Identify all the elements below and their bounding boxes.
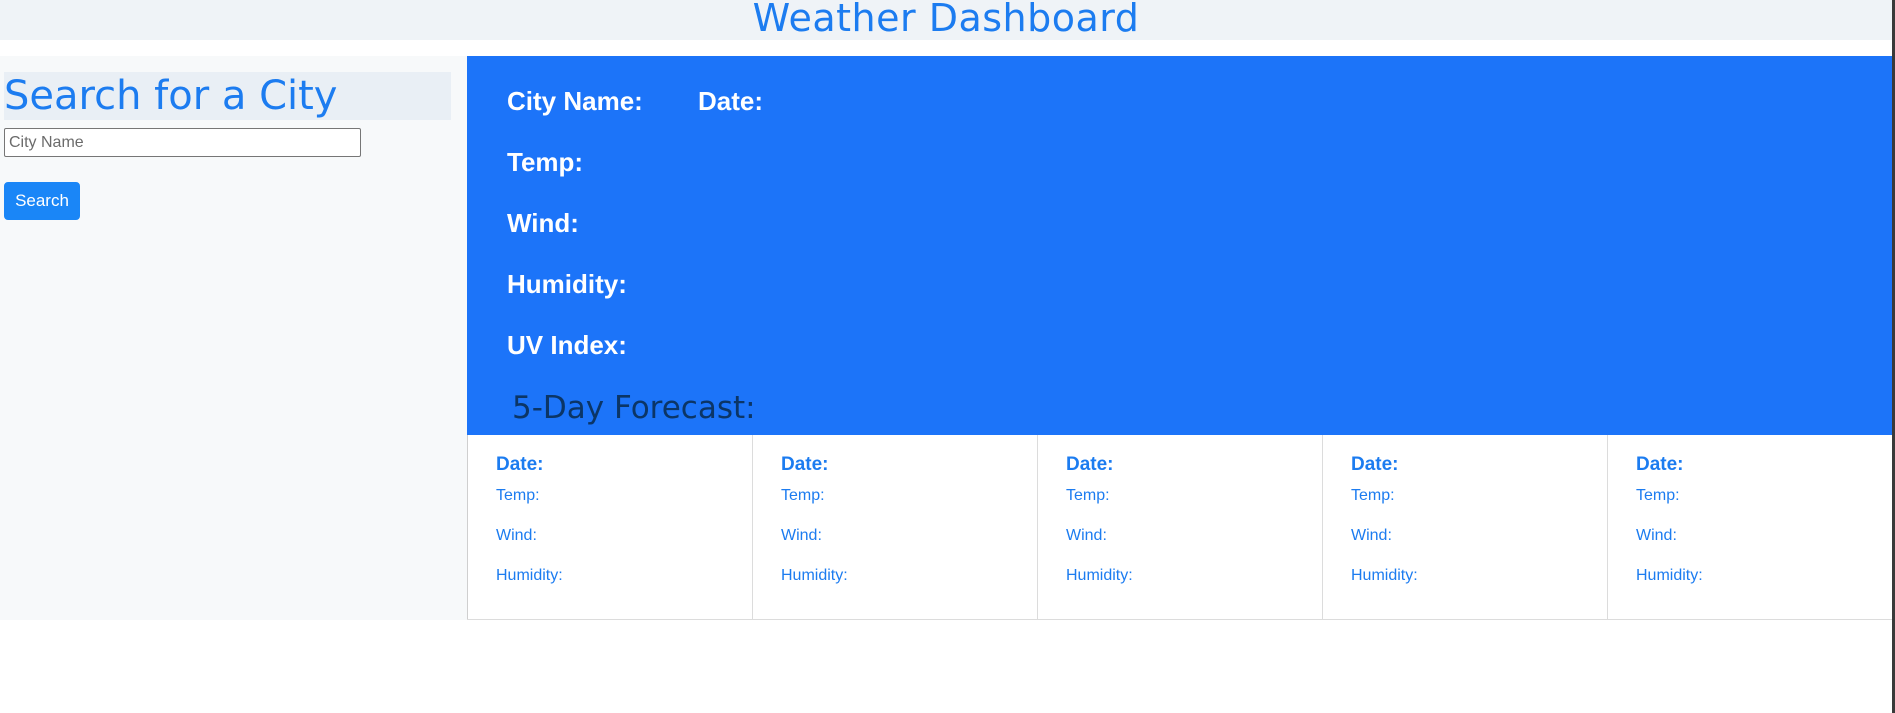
current-wind: Wind: [507, 208, 585, 239]
forecast-wind-label: Wind: [1066, 527, 1107, 544]
search-sidebar: Search for a City Search [0, 56, 467, 620]
forecast-card: Date: Temp: Wind: Humidity: [1322, 435, 1607, 619]
forecast-humidity: Humidity: [1066, 567, 1137, 585]
current-humidity: Humidity: [507, 269, 633, 300]
forecast-humidity: Humidity: [1636, 567, 1707, 585]
search-title-box: Search for a City [4, 72, 451, 120]
forecast-date-label: Date: [781, 454, 829, 475]
forecast-wind: Wind: [496, 527, 541, 545]
current-weather-panel: City Name: Date: Temp: Wind: Humidity: U… [467, 56, 1892, 435]
search-button[interactable]: Search [4, 182, 80, 220]
forecast-humidity-label: Humidity: [1066, 567, 1133, 584]
date-label: Date: [698, 86, 764, 116]
forecast-humidity-label: Humidity: [496, 567, 563, 584]
wind-label: Wind: [507, 208, 579, 238]
forecast-temp: Temp: [1066, 487, 1114, 505]
forecast-date: Date: [1066, 454, 1118, 476]
forecast-temp: Temp: [1636, 487, 1684, 505]
forecast-date: Date: [781, 454, 833, 476]
forecast-temp-label: Temp: [1636, 487, 1680, 504]
forecast-card: Date: Temp: Wind: Humidity: [752, 435, 1037, 619]
forecast-temp: Temp: [496, 487, 544, 505]
forecast-temp-label: Temp: [1066, 487, 1110, 504]
forecast-date-label: Date: [496, 454, 544, 475]
forecast-date: Date: [1636, 454, 1688, 476]
forecast-temp-label: Temp: [496, 487, 540, 504]
page-header: Weather Dashboard [0, 0, 1892, 40]
forecast-date-label: Date: [1636, 454, 1684, 475]
forecast-card: Date: Temp: Wind: Humidity: [1037, 435, 1322, 619]
forecast-card: Date: Temp: Wind: Humidity: [467, 435, 752, 619]
forecast-humidity: Humidity: [496, 567, 567, 585]
forecast-heading: 5-Day Forecast: [512, 390, 756, 426]
forecast-wind: Wind: [1351, 527, 1396, 545]
search-title: Search for a City [4, 73, 338, 119]
current-date: Date: [698, 86, 769, 117]
forecast-temp: Temp: [1351, 487, 1399, 505]
city-label: City Name: [507, 86, 643, 116]
forecast-temp-label: Temp: [1351, 487, 1395, 504]
current-temp: Temp: [507, 147, 589, 178]
forecast-humidity: Humidity: [781, 567, 852, 585]
forecast-date: Date: [1351, 454, 1403, 476]
forecast-temp-label: Temp: [781, 487, 825, 504]
forecast-temp: Temp: [781, 487, 829, 505]
forecast-card: Date: Temp: Wind: Humidity: [1607, 435, 1892, 619]
humidity-label: Humidity: [507, 269, 627, 299]
forecast-humidity: Humidity: [1351, 567, 1422, 585]
forecast-humidity-label: Humidity: [1351, 567, 1418, 584]
forecast-date: Date: [496, 454, 548, 476]
forecast-wind: Wind: [1636, 527, 1681, 545]
forecast-humidity-label: Humidity: [781, 567, 848, 584]
forecast-cards: Date: Temp: Wind: Humidity: Date: Temp: … [467, 435, 1892, 620]
forecast-wind-label: Wind: [1351, 527, 1392, 544]
current-uv-index: UV Index: [507, 330, 633, 361]
forecast-wind: Wind: [781, 527, 826, 545]
forecast-humidity-label: Humidity: [1636, 567, 1703, 584]
forecast-wind-label: Wind: [1636, 527, 1677, 544]
forecast-date-label: Date: [1351, 454, 1399, 475]
forecast-wind-label: Wind: [496, 527, 537, 544]
temp-label: Temp: [507, 147, 584, 177]
forecast-wind-label: Wind: [781, 527, 822, 544]
forecast-wind: Wind: [1066, 527, 1111, 545]
page-title: Weather Dashboard [752, 0, 1140, 40]
city-search-input[interactable] [4, 128, 361, 157]
current-city: City Name: [507, 86, 649, 117]
forecast-date-label: Date: [1066, 454, 1114, 475]
uv-label: UV Index: [507, 330, 627, 360]
